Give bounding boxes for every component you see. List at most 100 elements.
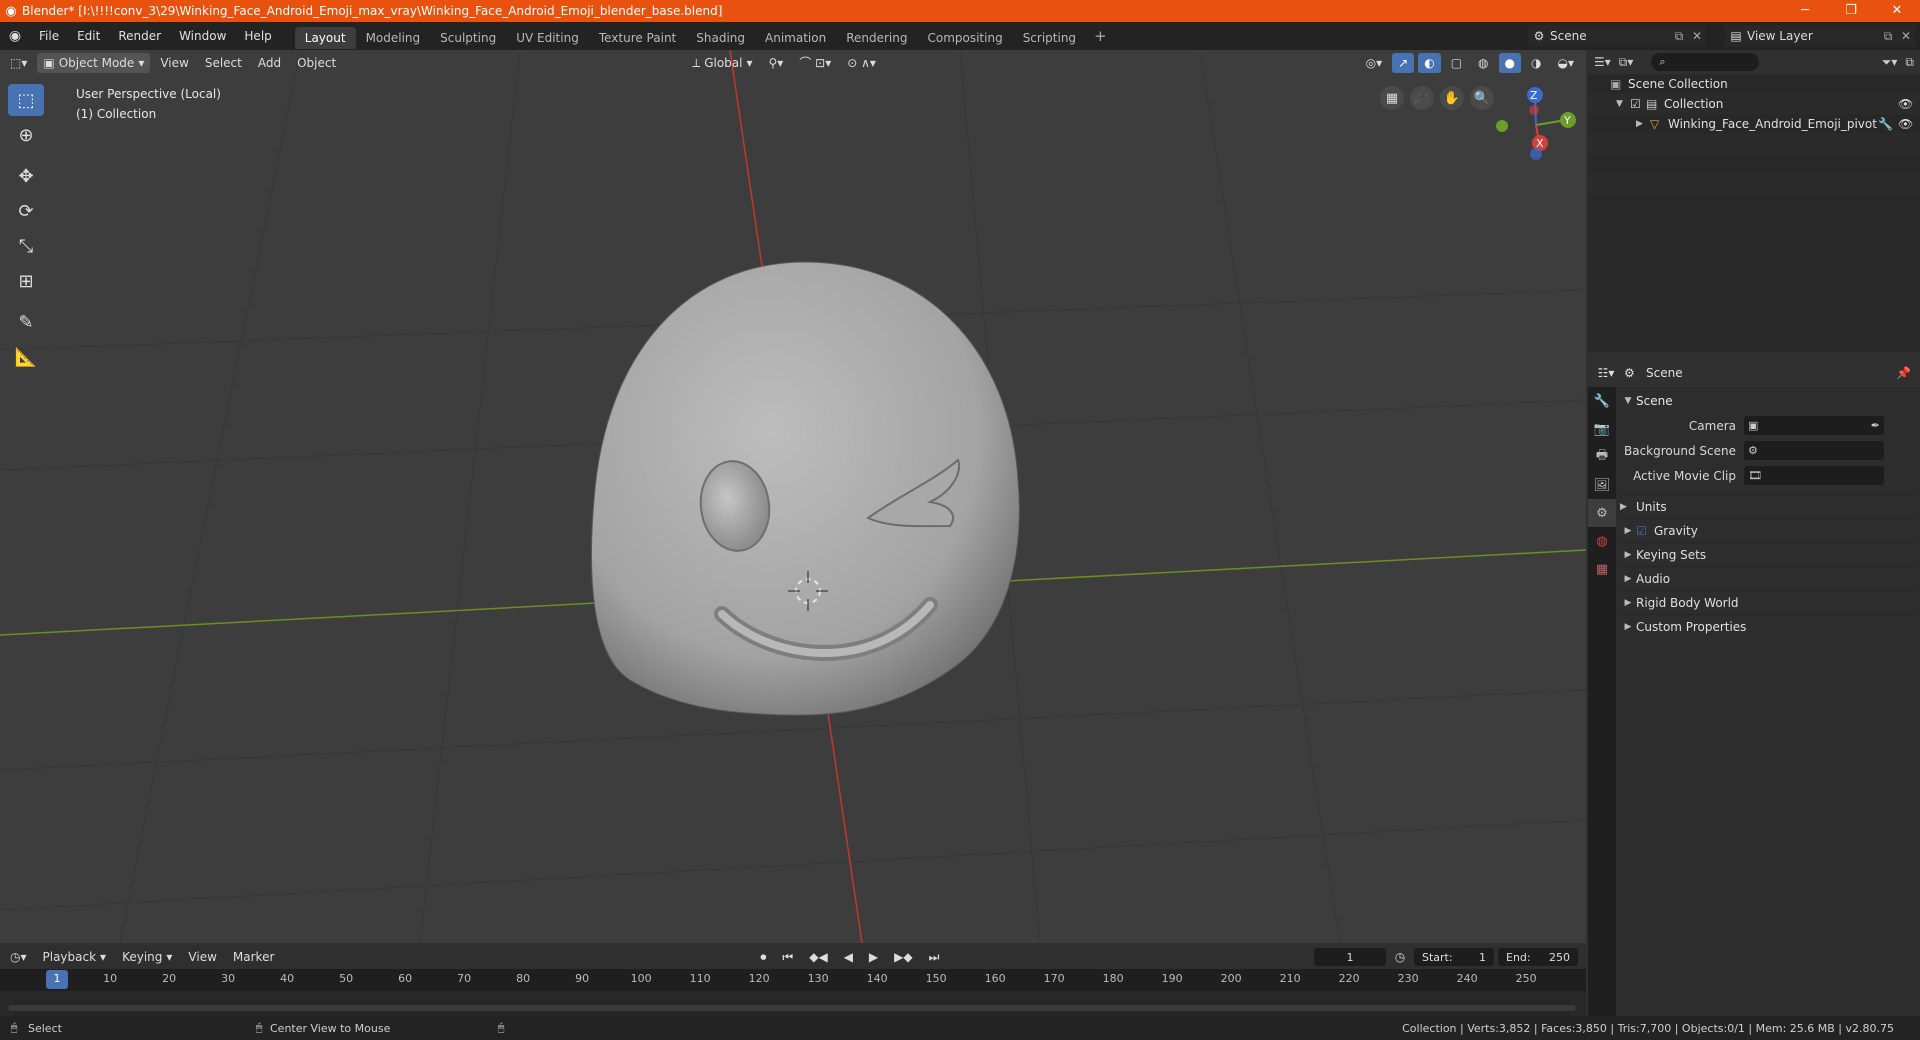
zoom-view-icon[interactable]: 🔍: [1470, 86, 1494, 110]
close-icon[interactable]: ✕: [1688, 29, 1706, 43]
outliner-editor-type-icon[interactable]: ☰▾: [1594, 55, 1611, 69]
gravity-panel[interactable]: ▶ ☑ Gravity: [1620, 518, 1918, 542]
toggle-grid-icon[interactable]: ▦: [1380, 86, 1404, 110]
viewport-menu-object[interactable]: Object: [291, 53, 342, 73]
rotate-tool-icon[interactable]: ⟳: [8, 195, 44, 227]
tab-layout[interactable]: Layout: [294, 26, 356, 49]
minimize-button[interactable]: ─: [1782, 0, 1828, 22]
timeline-ruler[interactable]: 1 10 20 30 40 50 60 70 80 90 100 110 120 130 140 150 160…: [0, 969, 1586, 991]
new-collection-icon[interactable]: ⧉: [1905, 55, 1914, 70]
maximize-button[interactable]: ❐: [1828, 0, 1874, 22]
add-workspace-button[interactable]: +: [1086, 27, 1115, 45]
menu-render[interactable]: Render: [109, 22, 170, 50]
navigation-gizmo[interactable]: Z Y X: [1496, 87, 1576, 160]
rigid-body-world-panel[interactable]: ▶ Rigid Body World: [1620, 590, 1918, 614]
timeline-menu-marker[interactable]: Marker: [227, 947, 280, 967]
outliner-search-input[interactable]: ⌕: [1651, 53, 1760, 71]
snap-icon[interactable]: ⌒ ⊡▾: [793, 53, 837, 73]
expand-arrow-icon[interactable]: ▼: [1616, 99, 1630, 109]
select-box-tool-icon[interactable]: ⬚: [8, 84, 44, 116]
proportional-editing-icon[interactable]: ⊙ ∧▾: [841, 53, 882, 73]
solid-shading-icon[interactable]: ●: [1498, 53, 1522, 73]
expand-arrow-icon[interactable]: ▶: [1636, 119, 1650, 129]
overlay-toggle-icon[interactable]: ◐: [1418, 53, 1441, 73]
winking-face-mesh[interactable]: [590, 261, 1020, 716]
pivot-point-icon[interactable]: ⚲▾: [763, 53, 790, 73]
gizmo-toggle-icon[interactable]: ↗: [1392, 53, 1415, 73]
wireframe-shading-icon[interactable]: ◍: [1472, 53, 1494, 73]
eye-icon[interactable]: 👁: [1898, 97, 1920, 111]
pin-icon[interactable]: 📌: [1896, 366, 1920, 380]
outliner-row-object[interactable]: ▶ ▽ Winking_Face_Android_Emoji_pivot 🔧 👁: [1588, 114, 1920, 134]
camera-field[interactable]: ▣ ✒: [1744, 416, 1884, 435]
xray-toggle-icon[interactable]: ▢: [1445, 53, 1468, 73]
close-button[interactable]: ✕: [1874, 0, 1920, 22]
annotate-tool-icon[interactable]: ✎: [8, 306, 44, 338]
copy-icon[interactable]: ⧉: [1879, 29, 1897, 44]
scale-tool-icon[interactable]: ⤡: [8, 230, 44, 262]
mode-dropdown[interactable]: ▣ Object Mode ▾: [37, 53, 151, 73]
current-frame-field[interactable]: 1: [1314, 948, 1386, 966]
transform-orientation-dropdown[interactable]: ⟂ Global ▾: [686, 53, 758, 73]
keying-sets-panel[interactable]: ▶ Keying Sets: [1620, 542, 1918, 566]
menu-window[interactable]: Window: [170, 22, 235, 50]
jump-start-icon[interactable]: ⏮: [776, 947, 799, 967]
filter-icon[interactable]: ⏷▾: [1882, 55, 1898, 70]
eyedropper-icon[interactable]: ✒: [1871, 419, 1884, 432]
end-frame-field[interactable]: End: 250: [1498, 948, 1578, 966]
timeline-editor-type-icon[interactable]: ◷▾: [4, 947, 33, 967]
view-layer-selector[interactable]: ▤ View Layer ⧉ ✕: [1725, 25, 1915, 47]
viewport-menu-view[interactable]: View: [154, 53, 194, 73]
record-button-icon[interactable]: ⏺: [754, 947, 772, 967]
tab-scripting[interactable]: Scripting: [1013, 27, 1086, 49]
tab-uv-editing[interactable]: UV Editing: [506, 27, 589, 49]
tab-rendering[interactable]: Rendering: [836, 27, 917, 49]
blender-menu-icon[interactable]: ◉: [0, 28, 30, 44]
move-tool-icon[interactable]: ✥: [8, 160, 44, 192]
tab-sculpting[interactable]: Sculpting: [430, 27, 506, 49]
jump-end-icon[interactable]: ⏭: [923, 947, 946, 967]
tab-compositing[interactable]: Compositing: [917, 27, 1012, 49]
audio-panel[interactable]: ▶ Audio: [1620, 566, 1918, 590]
scene-tab-icon[interactable]: ⚙: [1588, 499, 1616, 527]
viewport-menu-add[interactable]: Add: [252, 53, 287, 73]
preview-range-icon[interactable]: ◷: [1386, 950, 1414, 964]
eye-icon[interactable]: 👁: [1898, 117, 1920, 131]
3d-viewport[interactable]: Z Y X ⬚▾ ▣ Object Mode ▾ View Select Add O…: [0, 50, 1586, 943]
rendered-shading-icon[interactable]: ◒▾: [1552, 53, 1581, 73]
cursor-tool-icon[interactable]: ⊕: [8, 119, 44, 151]
editor-type-icon[interactable]: ⬚▾: [4, 53, 33, 73]
tab-shading[interactable]: Shading: [686, 27, 755, 49]
camera-view-icon[interactable]: 🎥: [1410, 86, 1434, 110]
close-icon[interactable]: ✕: [1897, 29, 1915, 43]
next-keyframe-icon[interactable]: ▶◆: [888, 947, 918, 967]
pan-view-icon[interactable]: ✋: [1440, 86, 1464, 110]
background-scene-field[interactable]: ⚙: [1744, 441, 1884, 460]
prev-keyframe-icon[interactable]: ◆◀: [803, 947, 833, 967]
scene-panel-header[interactable]: ▼ Scene: [1620, 389, 1918, 413]
menu-help[interactable]: Help: [235, 22, 280, 50]
texture-tab-icon[interactable]: ▦: [1588, 555, 1616, 583]
timeline-menu-playback[interactable]: Playback ▾: [37, 947, 113, 967]
custom-properties-panel[interactable]: ▶ Custom Properties: [1620, 614, 1918, 638]
menu-edit[interactable]: Edit: [68, 22, 109, 50]
measure-tool-icon[interactable]: 📐: [8, 341, 44, 373]
copy-icon[interactable]: ⧉: [1670, 29, 1688, 44]
outliner-row-collection[interactable]: ▼ ☑ ▤ Collection 👁: [1588, 94, 1920, 114]
display-mode-icon[interactable]: ⧉▾: [1619, 55, 1634, 70]
output-tab-icon[interactable]: 🖶: [1588, 443, 1616, 471]
timeline-menu-keying[interactable]: Keying ▾: [116, 947, 178, 967]
timeline-scrollbar[interactable]: [8, 1005, 1576, 1011]
viewport-menu-select[interactable]: Select: [199, 53, 248, 73]
tab-modeling[interactable]: Modeling: [356, 27, 431, 49]
menu-file[interactable]: File: [30, 22, 68, 50]
scene-selector[interactable]: ⚙ Scene ⧉ ✕: [1528, 25, 1706, 47]
active-movie-clip-field[interactable]: 🎞: [1744, 466, 1884, 485]
tool-tab-icon[interactable]: 🔧: [1588, 387, 1616, 415]
units-panel[interactable]: ▶ Units: [1620, 494, 1918, 518]
timeline-menu-view[interactable]: View: [182, 947, 222, 967]
world-tab-icon[interactable]: ◍: [1588, 527, 1616, 555]
properties-editor-type-icon[interactable]: ☷▾: [1588, 366, 1624, 380]
view-layer-tab-icon[interactable]: 🖼: [1588, 471, 1616, 499]
outliner-row-scene-collection[interactable]: ▣ Scene Collection: [1588, 74, 1920, 94]
